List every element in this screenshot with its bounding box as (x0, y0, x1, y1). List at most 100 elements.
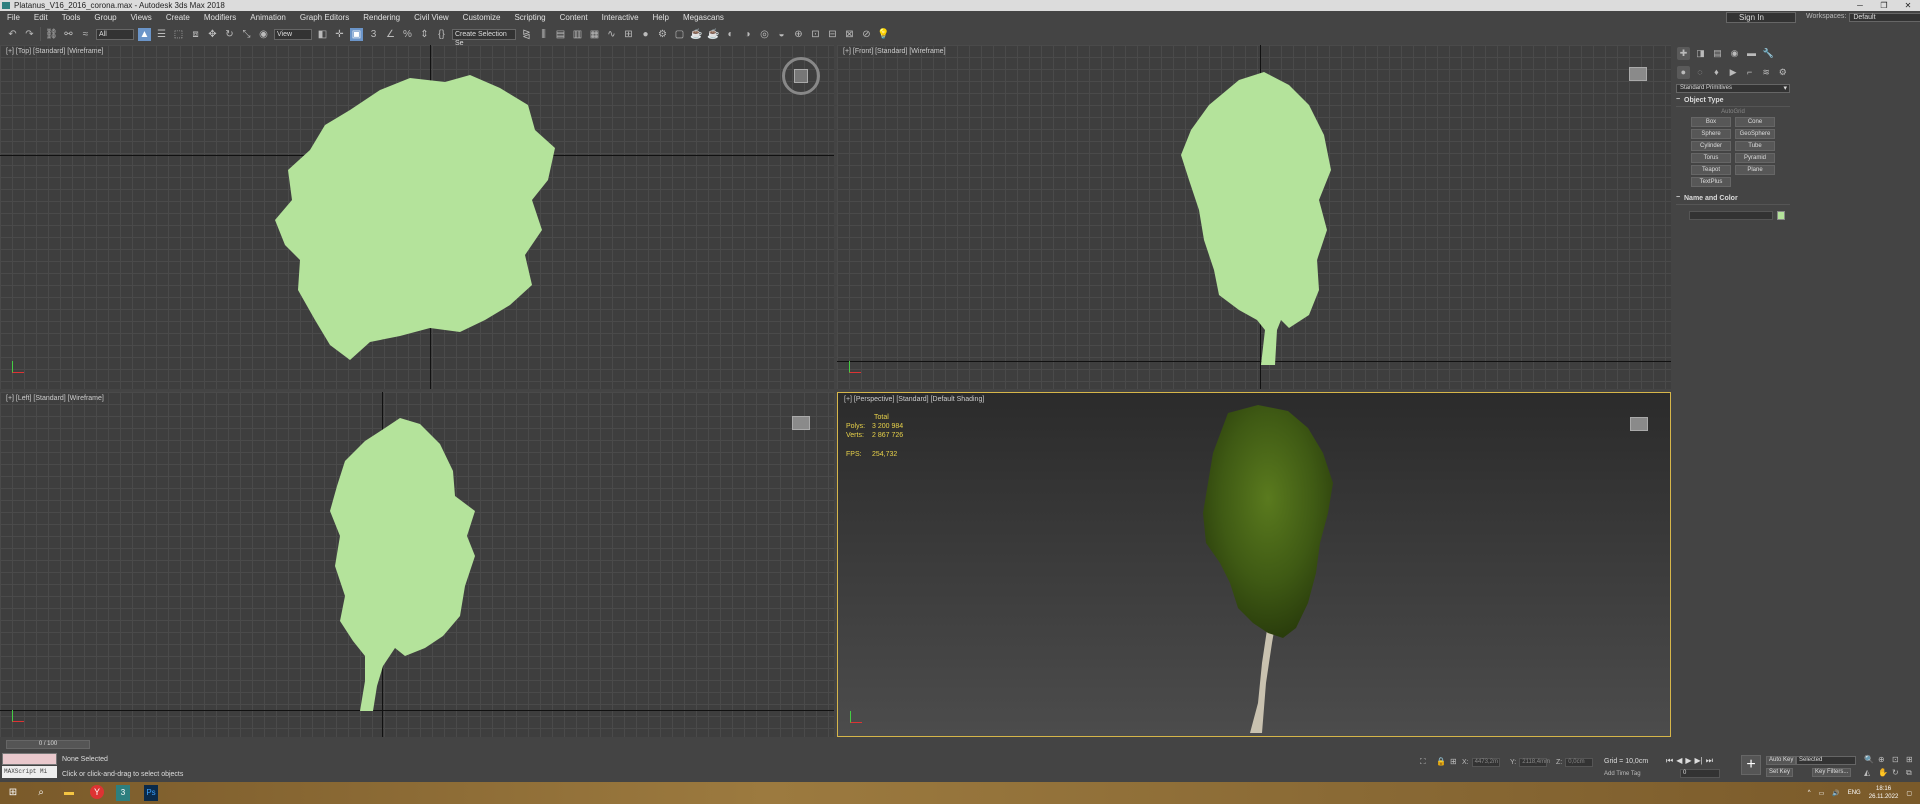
tree-silhouette-left[interactable] (325, 416, 505, 716)
forest-pack-icon[interactable]: ⊡ (809, 28, 822, 41)
volume-icon[interactable]: 🔊 (1832, 790, 1839, 797)
textplus-button[interactable]: TextPlus (1691, 177, 1731, 187)
maxscript-listener-top[interactable] (2, 753, 57, 765)
sphere-button[interactable]: Sphere (1691, 129, 1731, 139)
zoom-extents-icon[interactable]: ⊡ (1892, 755, 1899, 764)
network-icon[interactable]: ▭ (1819, 790, 1825, 797)
coord-x-field[interactable]: 4473,2m (1471, 758, 1500, 767)
select-by-name-icon[interactable]: ☰ (155, 28, 168, 41)
cameras-icon[interactable]: ▶ (1727, 66, 1740, 79)
coord-z-field[interactable]: 0,0cm (1565, 758, 1594, 767)
menu-group[interactable]: Group (87, 11, 123, 24)
material-editor-icon[interactable]: ● (639, 28, 652, 41)
previous-frame-icon[interactable]: ◀ (1676, 756, 1682, 766)
menu-graph-editors[interactable]: Graph Editors (293, 11, 356, 24)
rendered-frame-window-icon[interactable]: ▢ (673, 28, 686, 41)
auto-key-button[interactable]: Auto Key (1766, 756, 1797, 765)
display-tab-icon[interactable]: ▬ (1745, 47, 1758, 60)
viewport-left[interactable]: [+] [Left] [Standard] [Wireframe] (0, 392, 834, 737)
viewport-top-label[interactable]: [+] [Top] [Standard] [Wireframe] (6, 48, 103, 55)
set-key-button[interactable]: Set Key (1766, 768, 1794, 777)
file-explorer-icon[interactable]: ▬ (62, 785, 76, 801)
mirror-icon[interactable]: ⧎ (520, 28, 533, 41)
link-icon[interactable]: ⛓ (45, 28, 58, 41)
field-of-view-icon[interactable]: ◭ (1864, 768, 1870, 777)
autogrid-checkbox[interactable]: AutoGrid (1673, 109, 1793, 115)
time-slider[interactable]: 0 / 100 (6, 740, 90, 749)
selection-filter-dropdown[interactable]: All (96, 28, 134, 40)
yandex-browser-icon[interactable]: Y (90, 785, 104, 799)
shapes-icon[interactable]: ◌ (1694, 66, 1707, 79)
schematic-view-icon[interactable]: ⊞ (622, 28, 635, 41)
align-icon[interactable]: ⫼ (537, 28, 550, 41)
toggle-scene-explorer-icon[interactable]: ▤ (554, 28, 567, 41)
menu-modifiers[interactable]: Modifiers (197, 11, 243, 24)
coord-y-field[interactable]: 2118,4mm (1519, 758, 1550, 767)
corona-interactive-icon[interactable]: ◑ (741, 28, 754, 41)
viewport-front[interactable]: [+] [Front] [Standard] [Wireframe] (837, 45, 1671, 389)
viewport-top[interactable]: [+] [Top] [Standard] [Wireframe] (0, 45, 834, 389)
next-frame-icon[interactable]: ▶| (1695, 756, 1703, 766)
tray-chevron-icon[interactable]: ^ (1808, 790, 1811, 796)
render-production-icon[interactable]: ☕ (690, 28, 703, 41)
select-object-icon[interactable]: ▲ (138, 27, 151, 41)
object-type-rollout[interactable]: Object Type (1676, 95, 1790, 107)
cylinder-button[interactable]: Cylinder (1691, 141, 1731, 151)
motion-tab-icon[interactable]: ◉ (1728, 47, 1741, 60)
menu-rendering[interactable]: Rendering (356, 11, 407, 24)
maximize-button[interactable]: ❐ (1872, 0, 1896, 11)
isolate-selection-icon[interactable]: ⛶ (1420, 757, 1426, 767)
pan-icon[interactable]: ✋ (1878, 768, 1888, 777)
viewport-perspective[interactable]: [+] [Perspective] [Standard] [Default Sh… (837, 392, 1671, 737)
menu-civil-view[interactable]: Civil View (407, 11, 456, 24)
viewcube-icon[interactable] (794, 69, 808, 83)
place-icon[interactable]: ◉ (257, 28, 270, 41)
3dsmax-taskbar-icon[interactable]: 3 (116, 785, 130, 801)
curve-editor-icon[interactable]: ∿ (605, 28, 618, 41)
named-selection-sets-dropdown[interactable]: Create Selection Se (452, 28, 516, 47)
menu-megascans[interactable]: Megascans (676, 11, 731, 24)
toggle-ribbon-icon[interactable]: ▦ (588, 28, 601, 41)
pivot-center-icon[interactable]: ◧ (316, 28, 329, 41)
name-and-color-rollout[interactable]: Name and Color (1676, 193, 1790, 205)
select-scale-icon[interactable]: ⤡ (240, 28, 253, 41)
clock[interactable]: 18:16 26.11.2022 (1869, 785, 1899, 801)
corona-converter-icon[interactable]: ◎ (758, 28, 771, 41)
box-button[interactable]: Box (1691, 117, 1731, 127)
goto-end-icon[interactable]: ⏭ (1706, 756, 1713, 766)
redo-icon[interactable]: ↷ (23, 28, 36, 41)
viewcube-icon[interactable] (1629, 67, 1647, 81)
tools-icon[interactable]: ⊘ (860, 28, 873, 41)
set-keys-icon[interactable]: + (1741, 755, 1761, 775)
maxscript-mini-listener[interactable]: MAXScript Mi (2, 766, 57, 778)
render-iterative-icon[interactable]: ☕ (707, 28, 720, 41)
scatter-icon[interactable]: ⊠ (843, 28, 856, 41)
windows-start-icon[interactable]: ⊞ (6, 785, 20, 801)
keyboard-shortcut-override-icon[interactable]: ▣ (350, 27, 363, 41)
viewport-front-label[interactable]: [+] [Front] [Standard] [Wireframe] (843, 48, 946, 55)
menu-content[interactable]: Content (553, 11, 595, 24)
railclone-icon[interactable]: ⊟ (826, 28, 839, 41)
object-name-field[interactable] (1689, 211, 1773, 220)
sign-in-dropdown[interactable]: Sign In (1726, 12, 1796, 23)
orbit-icon[interactable]: ↻ (1892, 768, 1899, 777)
play-icon[interactable]: ▶ (1685, 756, 1691, 766)
menu-animation[interactable]: Animation (243, 11, 293, 24)
systems-icon[interactable]: ⚙ (1776, 66, 1789, 79)
cone-button[interactable]: Cone (1735, 117, 1775, 127)
viewcube-steering-wheel[interactable] (782, 57, 820, 95)
maximize-viewport-icon[interactable]: ⧉ (1906, 768, 1912, 778)
rect-selection-icon[interactable]: ⬚ (172, 28, 185, 41)
photoshop-taskbar-icon[interactable]: Ps (144, 785, 158, 801)
menu-tools[interactable]: Tools (55, 11, 88, 24)
object-color-swatch[interactable] (1777, 211, 1785, 220)
viewport-perspective-label[interactable]: [+] [Perspective] [Standard] [Default Sh… (844, 396, 984, 403)
select-rotate-icon[interactable]: ↻ (223, 28, 236, 41)
primitive-category-dropdown[interactable]: Standard Primitives (1676, 84, 1790, 93)
percent-snap-icon[interactable]: % (401, 28, 414, 41)
zoom-extents-all-icon[interactable]: ⊞ (1906, 755, 1913, 764)
create-tab-icon[interactable]: ✚ (1677, 47, 1690, 60)
absolute-mode-icon[interactable]: ⊞ (1450, 757, 1457, 766)
viewport-left-label[interactable]: [+] [Left] [Standard] [Wireframe] (6, 395, 104, 402)
selection-lock-icon[interactable]: 🔒 (1436, 757, 1446, 766)
